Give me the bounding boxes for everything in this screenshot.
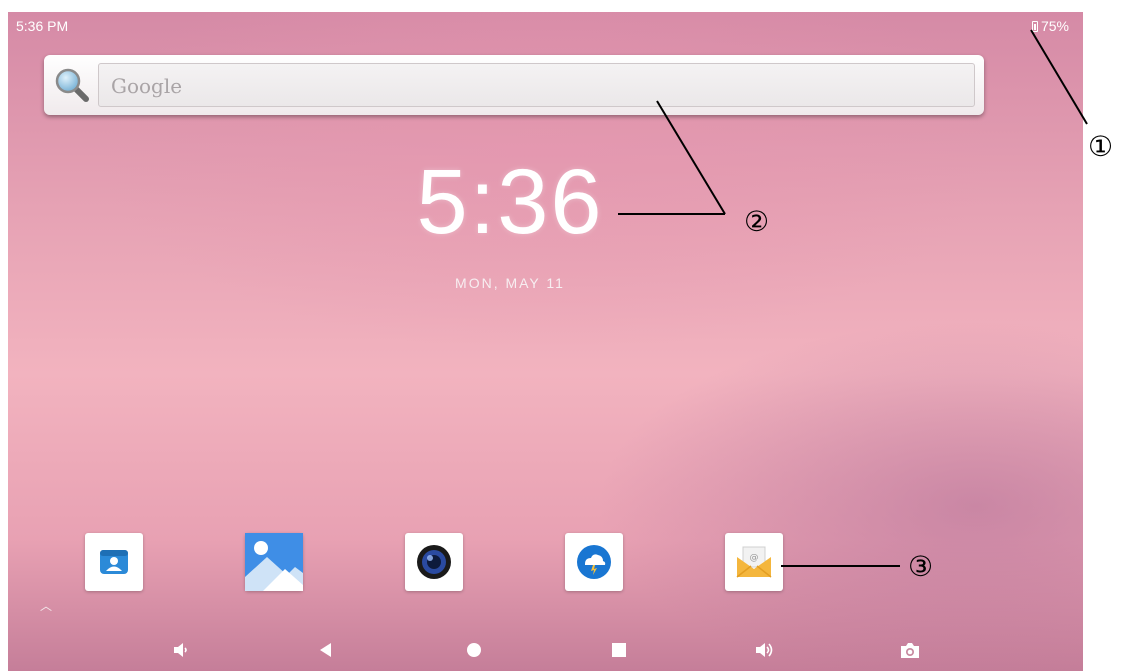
callout-2: ② [744,205,770,238]
callout-1: ① [1088,130,1114,163]
callout-3: ③ [908,550,934,583]
annotation-overlay [618,29,1088,567]
